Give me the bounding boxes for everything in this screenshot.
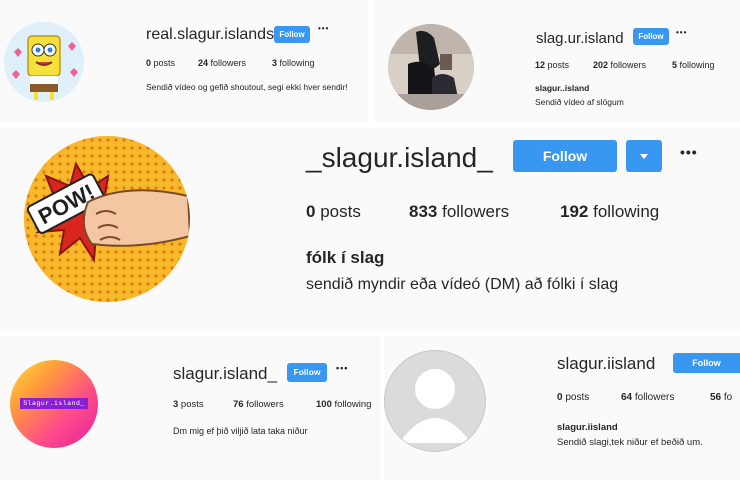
- follow-button[interactable]: Follow: [287, 363, 327, 382]
- followers-count[interactable]: 833 followers: [409, 202, 509, 222]
- chevron-down-icon: [640, 153, 648, 159]
- profile-avatar-spongebob[interactable]: [4, 22, 84, 102]
- profile-bio: Sendið slagi,tek niður ef beðið um.: [557, 437, 703, 448]
- more-options-icon[interactable]: •••: [336, 363, 348, 373]
- more-options-icon[interactable]: •••: [680, 144, 698, 160]
- following-count[interactable]: 100 following: [316, 399, 371, 410]
- posts-count[interactable]: 0 posts: [306, 202, 361, 222]
- profile-full-name: slagur..island: [535, 83, 590, 93]
- following-count[interactable]: 56 fo: [710, 392, 732, 403]
- profile-card-slagur-island-underscore: Slagur.island_ slagur.island_ Follow •••…: [0, 336, 380, 480]
- avatar-label: Slagur.island_: [20, 398, 88, 409]
- profile-avatar-photo[interactable]: [388, 24, 474, 110]
- follow-button[interactable]: Follow: [633, 28, 669, 45]
- profile-full-name: fólk í slag: [306, 248, 385, 267]
- profile-card-slagur-island-main: POW! _slagur.island_ Follow ••• 0 posts …: [0, 128, 740, 332]
- follow-button[interactable]: Follow: [673, 353, 740, 373]
- username[interactable]: slagur.island_: [173, 364, 277, 384]
- posts-count[interactable]: 12 posts: [535, 60, 569, 70]
- posts-count[interactable]: 0 posts: [557, 392, 589, 403]
- profile-avatar-gradient[interactable]: Slagur.island_: [10, 360, 98, 448]
- following-count[interactable]: 5 following: [672, 60, 715, 70]
- profile-bio: Dm mig ef þið viljið lata taka niður: [173, 426, 308, 436]
- default-avatar-icon[interactable]: [384, 350, 486, 452]
- profile-full-name: slagur.iisland: [557, 422, 618, 433]
- following-count[interactable]: 3 following: [272, 58, 315, 68]
- profile-card-slagur-iisland: slagur.iisland Follow 0 posts 64 followe…: [384, 336, 740, 480]
- followers-count[interactable]: 64 followers: [621, 392, 674, 403]
- follow-button[interactable]: Follow: [274, 26, 310, 43]
- username[interactable]: slag.ur.island: [536, 30, 624, 47]
- profile-card-real-slagur-islands: real.slagur.islands Follow ••• 0 posts 2…: [0, 0, 368, 122]
- following-count[interactable]: 192 following: [560, 202, 659, 222]
- profile-card-slag-ur-island: slag.ur.island Follow ••• 12 posts 202 f…: [374, 0, 740, 122]
- username[interactable]: slagur.iisland: [557, 354, 655, 374]
- followers-count[interactable]: 76 followers: [233, 399, 284, 410]
- profile-bio: Sendið vídeo af slögum: [535, 97, 624, 107]
- followers-count[interactable]: 202 followers: [593, 60, 646, 70]
- more-options-icon[interactable]: •••: [318, 24, 329, 33]
- follow-button[interactable]: Follow: [513, 140, 617, 172]
- profile-bio: sendið myndir eða vídeó (DM) að fólki í …: [306, 276, 619, 293]
- profile-bio: Sendið vídeo og gefið shoutout, segi ekk…: [146, 82, 348, 92]
- profile-avatar-pow-fist[interactable]: POW!: [24, 136, 190, 302]
- posts-count[interactable]: 0 posts: [146, 58, 175, 68]
- followers-count[interactable]: 24 followers: [198, 58, 246, 68]
- username[interactable]: real.slagur.islands: [146, 26, 274, 44]
- posts-count[interactable]: 3 posts: [173, 399, 204, 410]
- username[interactable]: _slagur.island_: [306, 142, 493, 174]
- more-options-icon[interactable]: •••: [676, 28, 687, 37]
- dropdown-chevron-button[interactable]: [626, 140, 662, 172]
